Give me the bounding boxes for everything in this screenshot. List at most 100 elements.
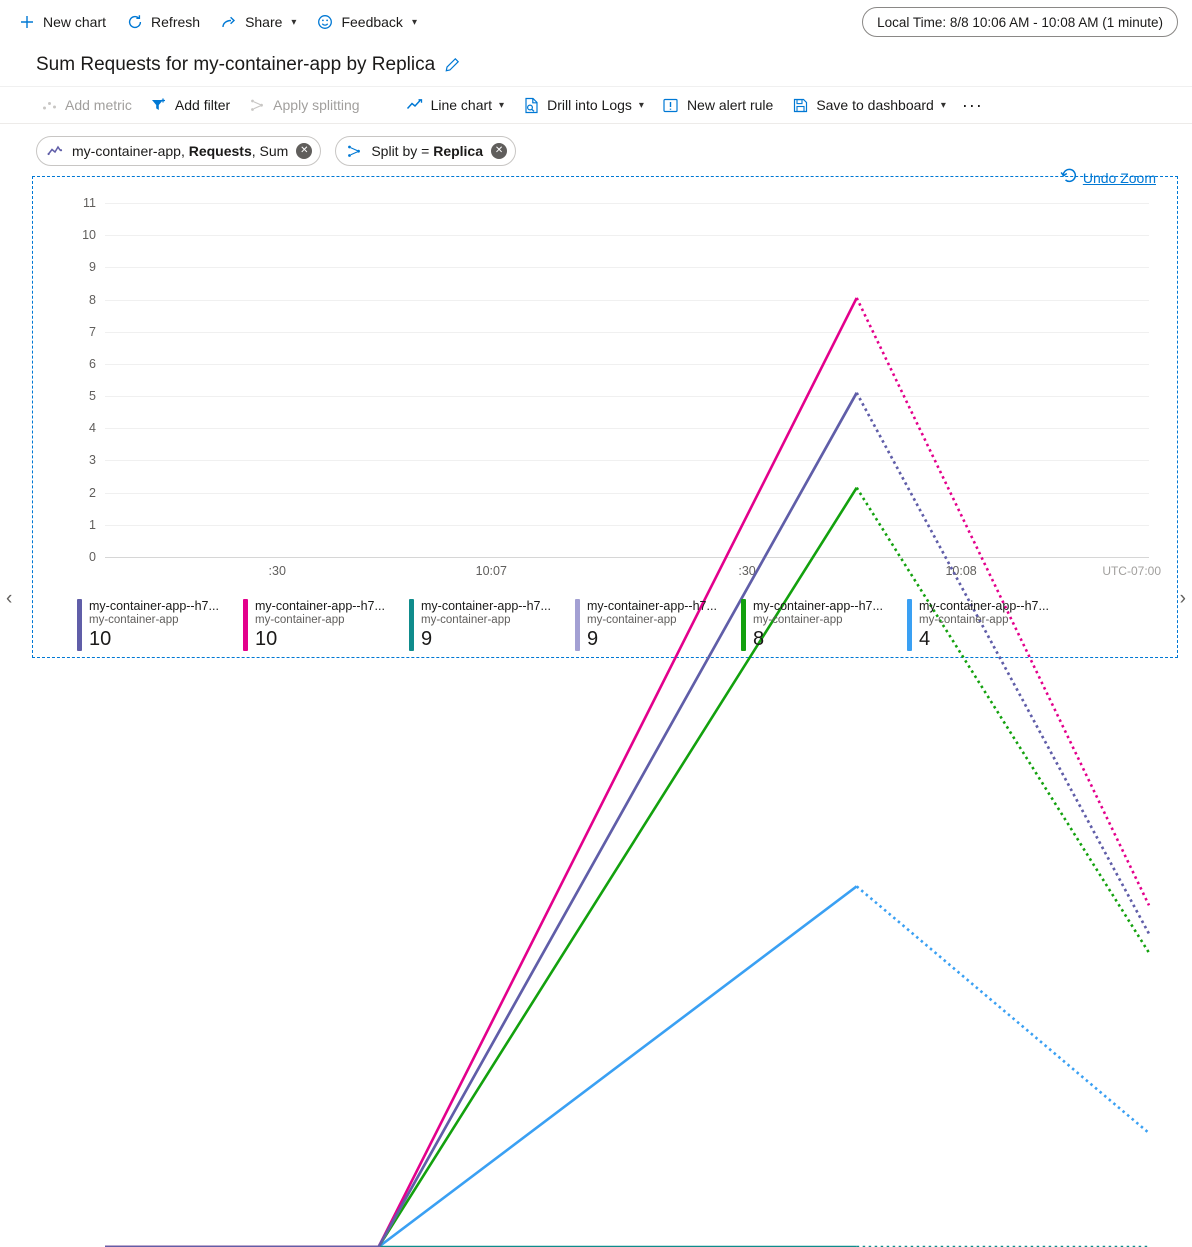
filter-icon xyxy=(150,96,168,114)
legend-color-swatch xyxy=(243,599,248,651)
legend-series-name: my-container-app--h7... xyxy=(753,599,883,613)
legend-series-value: 8 xyxy=(753,628,883,651)
refresh-label: Refresh xyxy=(151,14,200,30)
y-axis-tick-label: 7 xyxy=(89,325,96,339)
undo-zoom-button[interactable]: Undo Zoom xyxy=(1060,167,1156,188)
drill-into-logs-button[interactable]: Drill into Logs ▾ xyxy=(514,90,652,120)
save-to-dashboard-button[interactable]: Save to dashboard ▾ xyxy=(783,90,954,120)
drill-into-logs-label: Drill into Logs xyxy=(547,97,632,113)
plus-icon xyxy=(18,13,36,31)
apply-splitting-button[interactable]: Apply splitting xyxy=(240,90,367,120)
legend-series-value: 9 xyxy=(421,628,551,651)
chevron-down-icon: ▾ xyxy=(499,100,504,111)
chart-type-button[interactable]: Line chart ▾ xyxy=(398,90,513,120)
legend-series-subtitle: my-container-app xyxy=(753,614,883,626)
share-button[interactable]: Share ▾ xyxy=(212,6,304,38)
legend-series-subtitle: my-container-app xyxy=(587,614,717,626)
split-icon xyxy=(346,143,363,160)
legend-item[interactable]: my-container-app--h7...my-container-app1… xyxy=(243,599,409,651)
legend-series-name: my-container-app--h7... xyxy=(255,599,385,613)
feedback-label: Feedback xyxy=(341,14,402,30)
legend-text: my-container-app--h7...my-container-app4 xyxy=(919,599,1049,651)
legend-item[interactable]: my-container-app--h7...my-container-app 1… xyxy=(77,599,243,651)
share-label: Share xyxy=(245,14,282,30)
y-axis-tick-label: 9 xyxy=(89,260,96,274)
legend-item[interactable]: my-container-app--h7...my-container-app4 xyxy=(907,599,1073,651)
legend-text: my-container-app--h7...my-container-app1… xyxy=(255,599,385,651)
new-chart-label: New chart xyxy=(43,14,106,30)
save-to-dashboard-label: Save to dashboard xyxy=(816,97,934,113)
y-axis-tick-label: 0 xyxy=(89,550,96,564)
legend-series-name: my-container-app--h7... xyxy=(89,599,219,613)
feedback-button[interactable]: Feedback ▾ xyxy=(308,6,425,38)
legend-series-name: my-container-app--h7... xyxy=(421,599,551,613)
legend-item[interactable]: my-container-app--h7...my-container-app 9 xyxy=(409,599,575,651)
chevron-down-icon: ▾ xyxy=(941,100,946,111)
add-metric-label: Add metric xyxy=(65,97,132,113)
next-chart-button[interactable]: › xyxy=(1180,588,1186,610)
split-icon xyxy=(248,96,266,114)
y-axis-tick-label: 3 xyxy=(89,453,96,467)
series-line-solid xyxy=(105,298,857,1247)
y-axis-tick-label: 11 xyxy=(83,196,96,210)
legend-item[interactable]: my-container-app--h7...my-container-app 9 xyxy=(575,599,741,651)
chart-title-row: Sum Requests for my-container-app by Rep… xyxy=(0,44,1192,86)
chevron-down-icon: ▾ xyxy=(639,100,644,111)
chart-type-label: Line chart xyxy=(431,97,492,113)
chart-legend: my-container-app--h7...my-container-app1… xyxy=(77,599,1163,651)
save-icon xyxy=(791,96,809,114)
y-axis-tick-label: 10 xyxy=(82,228,96,242)
legend-series-subtitle: my-container-app xyxy=(89,614,219,626)
apply-splitting-label: Apply splitting xyxy=(273,97,359,113)
legend-series-name: my-container-app--h7... xyxy=(587,599,717,613)
add-metric-button[interactable]: Add metric xyxy=(32,90,140,120)
command-bar: New chart Refresh Share ▾ Feedback ▾ Loc… xyxy=(0,0,1192,44)
more-commands-button[interactable]: ··· xyxy=(956,95,989,116)
legend-series-value: 9 xyxy=(587,628,717,651)
pencil-icon[interactable] xyxy=(444,57,460,73)
metric-icon xyxy=(40,96,58,114)
legend-color-swatch xyxy=(575,599,580,651)
chart-area: Undo Zoom 01234567891011 :3010:07:3010:0… xyxy=(0,176,1192,658)
y-axis-tick-label: 5 xyxy=(89,389,96,403)
refresh-button[interactable]: Refresh xyxy=(118,6,208,38)
legend-series-name: my-container-app--h7... xyxy=(919,599,1049,613)
chart-panel[interactable]: 01234567891011 :3010:07:3010:08 UTC-07:0… xyxy=(32,176,1178,658)
legend-text: my-container-app--h7...my-container-app 8 xyxy=(753,599,883,651)
legend-series-subtitle: my-container-app xyxy=(421,614,551,626)
alert-icon xyxy=(662,96,680,114)
y-axis-tick-label: 4 xyxy=(89,421,96,435)
page-title: Sum Requests for my-container-app by Rep… xyxy=(36,54,435,76)
series-lines xyxy=(105,203,1149,1247)
y-axis-tick-label: 1 xyxy=(89,518,96,532)
legend-item[interactable]: my-container-app--h7...my-container-app 8 xyxy=(741,599,907,651)
previous-chart-button[interactable]: ‹ xyxy=(6,588,12,610)
legend-color-swatch xyxy=(907,599,912,651)
metric-chip[interactable]: my-container-app, Requests, Sum ✕ xyxy=(36,136,321,166)
new-alert-rule-button[interactable]: New alert rule xyxy=(654,90,781,120)
legend-series-value: 10 xyxy=(89,628,219,651)
remove-split-chip-button[interactable]: ✕ xyxy=(491,143,507,159)
time-range-picker[interactable]: Local Time: 8/8 10:06 AM - 10:08 AM (1 m… xyxy=(862,7,1178,37)
legend-series-subtitle: my-container-app xyxy=(919,614,1049,626)
y-axis-tick-label: 6 xyxy=(89,357,96,371)
legend-text: my-container-app--h7...my-container-app 9 xyxy=(421,599,551,651)
plot-area[interactable]: 01234567891011 :3010:07:3010:08 UTC-07:0… xyxy=(105,203,1149,557)
metric-icon xyxy=(47,143,64,160)
legend-color-swatch xyxy=(409,599,414,651)
legend-series-subtitle: my-container-app xyxy=(255,614,385,626)
logs-icon xyxy=(522,96,540,114)
add-filter-button[interactable]: Add filter xyxy=(142,90,238,120)
series-line-forecast xyxy=(857,886,1149,1133)
undo-zoom-label: Undo Zoom xyxy=(1083,170,1156,186)
new-chart-button[interactable]: New chart xyxy=(10,6,114,38)
chevron-down-icon: ▾ xyxy=(291,17,296,28)
refresh-icon xyxy=(126,13,144,31)
remove-metric-chip-button[interactable]: ✕ xyxy=(296,143,312,159)
add-filter-label: Add filter xyxy=(175,97,230,113)
line-chart-icon xyxy=(406,96,424,114)
y-axis-tick-label: 8 xyxy=(89,293,96,307)
legend-color-swatch xyxy=(77,599,82,651)
chip-row: my-container-app, Requests, Sum ✕ Split … xyxy=(0,124,1192,176)
split-chip[interactable]: Split by = Replica ✕ xyxy=(335,136,516,166)
